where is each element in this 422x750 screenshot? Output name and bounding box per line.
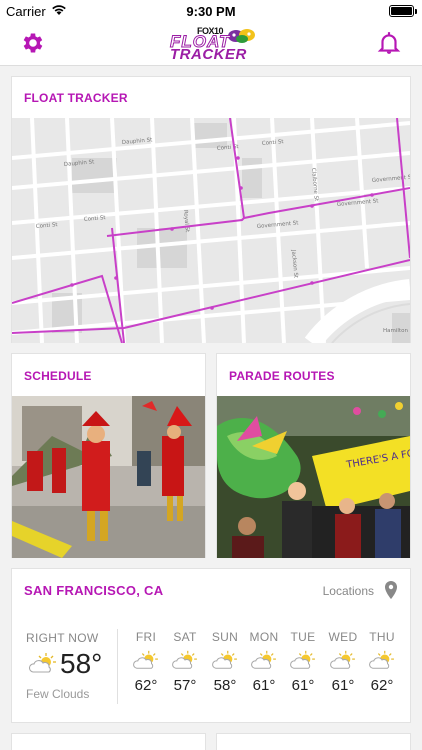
partly-cloudy-icon (212, 650, 237, 669)
forecast-temp: 62° (134, 677, 158, 694)
schedule-card[interactable]: SCHEDULE (11, 353, 206, 558)
weather-city: SAN FRANCISCO, CA (24, 583, 164, 598)
forecast-day: WED 61° (323, 630, 363, 694)
locations-button[interactable]: Locations (323, 584, 374, 598)
schedule-photo[interactable] (12, 396, 205, 558)
forecast-temp: 61° (331, 677, 355, 694)
forecast-list: FRI 62° SAT 57° SUN 58° MON 61° TUE 61° … (126, 630, 406, 710)
app-header: FOX10 FLOAT TRACKER (0, 22, 422, 66)
gear-icon[interactable] (20, 30, 46, 56)
street-label: Hamilton St (383, 328, 410, 334)
float-tracker-logo: FOX10 FLOAT TRACKER (160, 24, 264, 64)
forecast-day: SAT 57° (165, 630, 205, 694)
partly-cloudy-icon (290, 650, 315, 669)
mardi-gras-mask-icon (228, 29, 255, 43)
forecast-day-name: THU (369, 630, 395, 644)
partly-cloudy-icon (28, 653, 56, 673)
forecast-day-name: WED (328, 630, 358, 644)
parade-routes-photo[interactable]: THERE'S A FOR EV (217, 396, 410, 558)
weather-card[interactable]: SAN FRANCISCO, CA Locations RIGHT NOW 58… (11, 568, 411, 723)
forecast-day-name: MON (249, 630, 279, 644)
forecast-temp: 61° (291, 677, 315, 694)
map-canvas[interactable]: Dauphin St Dauphin St Conti St Conti St … (12, 118, 410, 343)
current-conditions: Few Clouds (26, 687, 90, 701)
forecast-day: FRI 62° (126, 630, 166, 694)
forecast-temp: 62° (370, 677, 394, 694)
bell-icon[interactable] (376, 30, 402, 56)
float-tracker-title: FLOAT TRACKER (24, 91, 128, 105)
forecast-day-name: TUE (290, 630, 316, 644)
partly-cloudy-icon (172, 650, 197, 669)
forecast-temp: 61° (252, 677, 276, 694)
status-bar: Carrier 9:30 PM (0, 0, 422, 22)
parade-routes-title: PARADE ROUTES (229, 369, 335, 383)
parade-map[interactable]: Dauphin St Dauphin St Conti St Conti St … (12, 118, 410, 343)
forecast-day-name: FRI (135, 630, 157, 644)
right-now-label: RIGHT NOW (26, 631, 99, 645)
forecast-day-name: SAT (173, 630, 197, 644)
current-temperature: 58° (60, 648, 103, 679)
logo-tracker: TRACKER (170, 46, 247, 63)
partly-cloudy-icon (369, 650, 394, 669)
location-pin-icon[interactable] (384, 581, 398, 599)
bottom-card-left[interactable] (11, 733, 206, 750)
float-tracker-card[interactable]: FLOAT TRACKER Dauphin St Dauphin St Cont… (11, 76, 411, 343)
parade-routes-card[interactable]: PARADE ROUTES THERE'S A FOR EV (216, 353, 411, 558)
parade-marchers-image (12, 396, 205, 558)
partly-cloudy-icon (133, 650, 158, 669)
partly-cloudy-icon (251, 650, 276, 669)
bottom-card-right[interactable] (216, 733, 411, 750)
forecast-day: MON 61° (244, 630, 284, 694)
weather-divider (117, 629, 118, 704)
forecast-temp: 58° (213, 677, 237, 694)
forecast-temp: 57° (173, 677, 197, 694)
battery-icon (389, 5, 417, 17)
forecast-day-name: SUN (211, 630, 239, 644)
forecast-day: SUN 58° (205, 630, 245, 694)
schedule-title: SCHEDULE (24, 369, 92, 383)
forecast-day: TUE 61° (283, 630, 323, 694)
forecast-day: THU 62° (362, 630, 402, 694)
mardi-gras-float-image: THERE'S A FOR EV (217, 396, 410, 558)
partly-cloudy-icon (330, 650, 355, 669)
clock: 9:30 PM (186, 4, 236, 19)
